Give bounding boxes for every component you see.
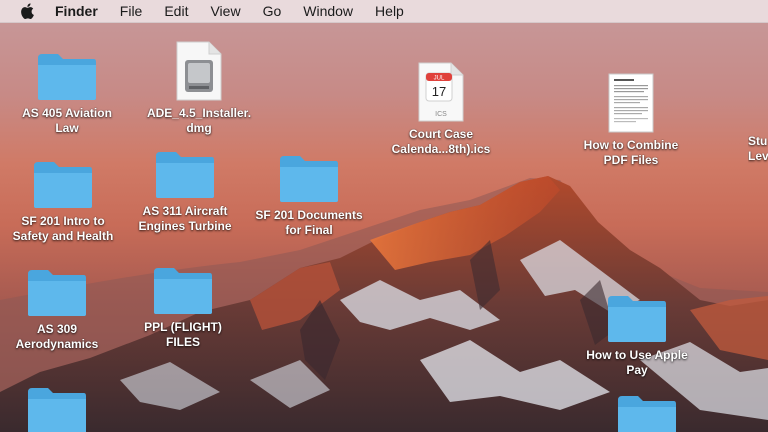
folder-icon	[608, 296, 666, 342]
menu-bar: Finder File Edit View Go Window Help	[0, 0, 768, 23]
menu-window[interactable]: Window	[303, 3, 353, 19]
document-icon	[608, 73, 654, 133]
item-label-line1: SF 201 Intro to	[21, 214, 105, 228]
desktop-item-as309-folder[interactable]: AS 309 Aerodynamics	[0, 268, 120, 352]
item-label-line2: Pay	[626, 363, 648, 377]
item-label-line1: AS 309	[36, 322, 78, 336]
desktop-item-partial-folder-bottom-left[interactable]	[0, 386, 120, 432]
item-label-line1: SF 201 Documents	[255, 208, 363, 222]
item-label-line2: for Final	[285, 223, 333, 237]
desktop-item-combine-pdf[interactable]: How to Combine PDF Files	[568, 72, 694, 168]
menu-help[interactable]: Help	[375, 3, 404, 19]
folder-icon	[154, 268, 212, 314]
desktop-item-ppl-folder[interactable]: PPL (FLIGHT) FILES	[120, 266, 246, 350]
menu-view[interactable]: View	[210, 3, 240, 19]
item-label-line1: Court Case	[408, 127, 473, 141]
item-label-line2: Aerodynamics	[15, 337, 99, 351]
item-label-line1: ADE_4.5_Installer.	[146, 106, 252, 120]
item-label-line1: AS 405 Aviation	[22, 106, 112, 120]
folder-icon	[28, 270, 86, 316]
desktop-item-partial-folder-bottom-right[interactable]	[584, 394, 710, 432]
desktop-item-as405-folder[interactable]: AS 405 Aviation Law	[4, 52, 130, 136]
item-label-line2: Engines Turbine	[138, 219, 232, 233]
disk-image-icon	[176, 41, 222, 101]
folder-icon	[34, 162, 92, 208]
desktop-item-court-case-ics[interactable]: JUL 17 ICS Court Case Calenda...8th).ics	[378, 61, 504, 157]
item-label-line2: dmg	[186, 121, 212, 135]
calendar-day: 17	[432, 84, 446, 99]
item-label-line2: PDF Files	[603, 153, 659, 167]
item-label-line1: PPL (FLIGHT)	[144, 320, 222, 334]
desktop-item-sf201-intro-folder[interactable]: SF 201 Intro to Safety and Health	[0, 160, 126, 244]
item-label-line2: Lev	[748, 149, 768, 163]
item-label-line1: How to Combine	[583, 138, 679, 152]
desktop: Finder File Edit View Go Window Help AS …	[0, 0, 768, 432]
item-label-line1: AS 311 Aircraft	[142, 204, 228, 218]
item-label-line2: FILES	[165, 335, 200, 349]
menu-go[interactable]: Go	[263, 3, 282, 19]
item-label-line2: Law	[55, 121, 79, 135]
calendar-file-icon: JUL 17 ICS	[418, 62, 464, 122]
folder-icon	[156, 152, 214, 198]
file-extension: ICS	[435, 111, 447, 118]
item-label-line1: How to Use Apple	[586, 348, 688, 362]
folder-icon	[280, 156, 338, 202]
desktop-item-apple-pay-folder[interactable]: How to Use Apple Pay	[574, 294, 700, 378]
desktop-item-ade-dmg[interactable]: ADE_4.5_Installer. dmg	[136, 40, 262, 136]
menu-file[interactable]: File	[120, 3, 143, 19]
folder-icon	[618, 396, 676, 432]
item-label-line2: Calenda...8th).ics	[391, 142, 491, 156]
apple-menu-icon[interactable]	[17, 1, 37, 21]
menu-app-finder[interactable]: Finder	[55, 3, 98, 19]
item-label-line1: Stu	[748, 134, 768, 148]
folder-icon	[38, 54, 96, 100]
calendar-month: JUL	[434, 76, 445, 82]
desktop-item-as311-folder[interactable]: AS 311 Aircraft Engines Turbine	[122, 150, 248, 234]
menu-edit[interactable]: Edit	[164, 3, 188, 19]
folder-icon	[28, 388, 86, 432]
desktop-item-sf201-documents-folder[interactable]: SF 201 Documents for Final	[246, 154, 372, 238]
desktop-item-partial-right[interactable]: Stu Lev	[748, 134, 768, 164]
item-label-line2: Safety and Health	[12, 229, 114, 243]
